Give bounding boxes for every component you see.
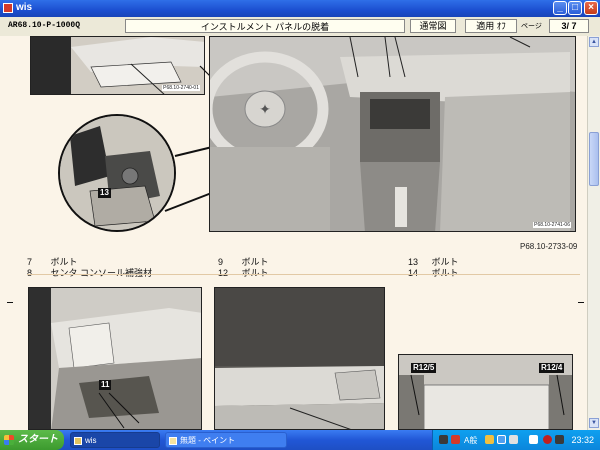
title-bar: wis _ □ × xyxy=(0,0,600,17)
dashboard-drawing: ✦ xyxy=(210,37,575,231)
normal-view-button[interactable]: 通常図 xyxy=(410,19,456,33)
photo-code-top-left: P68.10-2740-01 xyxy=(162,85,200,91)
taskbar-item-wis[interactable]: wis xyxy=(70,432,160,448)
wis-app-icon xyxy=(74,437,82,445)
tray-icon-5[interactable] xyxy=(509,435,518,444)
maximize-button[interactable]: □ xyxy=(568,1,582,15)
paint-app-icon xyxy=(169,437,177,445)
scroll-down-arrow[interactable]: ▼ xyxy=(589,418,599,428)
svg-text:✦: ✦ xyxy=(259,102,271,118)
ime-indicator[interactable]: A般 xyxy=(464,435,477,446)
steering-column-photo: P68.10-2740-01 xyxy=(30,36,205,95)
tray-icon-1[interactable] xyxy=(439,435,448,444)
taskbar-item-wis-label: wis xyxy=(85,436,97,445)
page-indicator: 3/ 7 xyxy=(549,19,589,33)
apply-off-button[interactable]: 適用 ｵﾌ xyxy=(465,19,517,33)
taskbar: スタート wis 無題 - ペイント A般 23:32 xyxy=(0,430,600,450)
taskbar-item-paint[interactable]: 無題 - ペイント xyxy=(165,432,287,448)
window-title: wis xyxy=(16,2,33,13)
dashboard-photo: ✦ P68.10-2741-06 xyxy=(209,36,576,232)
taskbar-item-paint-label: 無題 - ペイント xyxy=(180,436,236,445)
bottom-right-photo: R12/5 R12/4 xyxy=(398,354,573,430)
toolbar: AR68.10-P-1000Q インストルメント パネルの脱着 通常図 適用 ｵ… xyxy=(0,17,600,37)
detail-circle: 13 xyxy=(58,114,176,232)
callout-r12-5: R12/5 xyxy=(411,363,437,373)
document-content: P68.10-2740-01 13 ✦ P68.10-2741-06 P68.1… xyxy=(0,36,587,430)
bottom-left-photo: 11 xyxy=(28,287,202,430)
document-id: AR68.10-P-1000Q xyxy=(8,21,81,30)
detail-drawing xyxy=(60,116,174,230)
tray-icon-2[interactable] xyxy=(451,435,460,444)
system-tray: A般 23:32 xyxy=(432,430,600,450)
minimize-button[interactable]: _ xyxy=(553,1,567,15)
legend-item-8: 8 センタ コンソール補強材 xyxy=(27,268,153,278)
tray-icon-7[interactable] xyxy=(543,435,552,444)
section-divider xyxy=(27,274,580,275)
close-button[interactable]: × xyxy=(584,1,598,15)
app-icon xyxy=(3,3,13,13)
callout-13: 13 xyxy=(98,188,111,198)
tray-icon-4[interactable] xyxy=(497,435,506,444)
document-title: インストルメント パネルの脱着 xyxy=(125,19,405,33)
photo-code-top-right: P68.10-2741-06 xyxy=(533,222,571,228)
tray-icon-3[interactable] xyxy=(485,435,494,444)
vertical-scrollbar[interactable]: ▲ ▼ xyxy=(587,36,600,430)
callout-11: 11 xyxy=(99,380,112,390)
page-label: ページ xyxy=(521,23,542,30)
callout-r12-4: R12/4 xyxy=(539,363,565,373)
start-button[interactable]: スタート xyxy=(0,430,64,450)
tray-icon-8[interactable] xyxy=(555,435,564,444)
start-label: スタート xyxy=(18,434,58,445)
legend-item-12: 12 ボルト xyxy=(218,268,269,278)
scrollbar-thumb[interactable] xyxy=(589,132,599,186)
tray-icon-6[interactable] xyxy=(529,435,538,444)
figure-reference: P68.10-2733-09 xyxy=(520,242,578,251)
bottom-middle-photo xyxy=(214,287,385,430)
scroll-up-arrow[interactable]: ▲ xyxy=(589,37,599,47)
bottom-left-drawing xyxy=(29,288,201,429)
windows-logo-icon xyxy=(4,435,14,445)
legend-item-14: 14 ボルト xyxy=(408,268,459,278)
left-margin-mark xyxy=(7,302,13,303)
clock: 23:32 xyxy=(571,435,594,445)
bottom-middle-drawing xyxy=(215,288,384,429)
right-margin-mark xyxy=(578,302,584,303)
